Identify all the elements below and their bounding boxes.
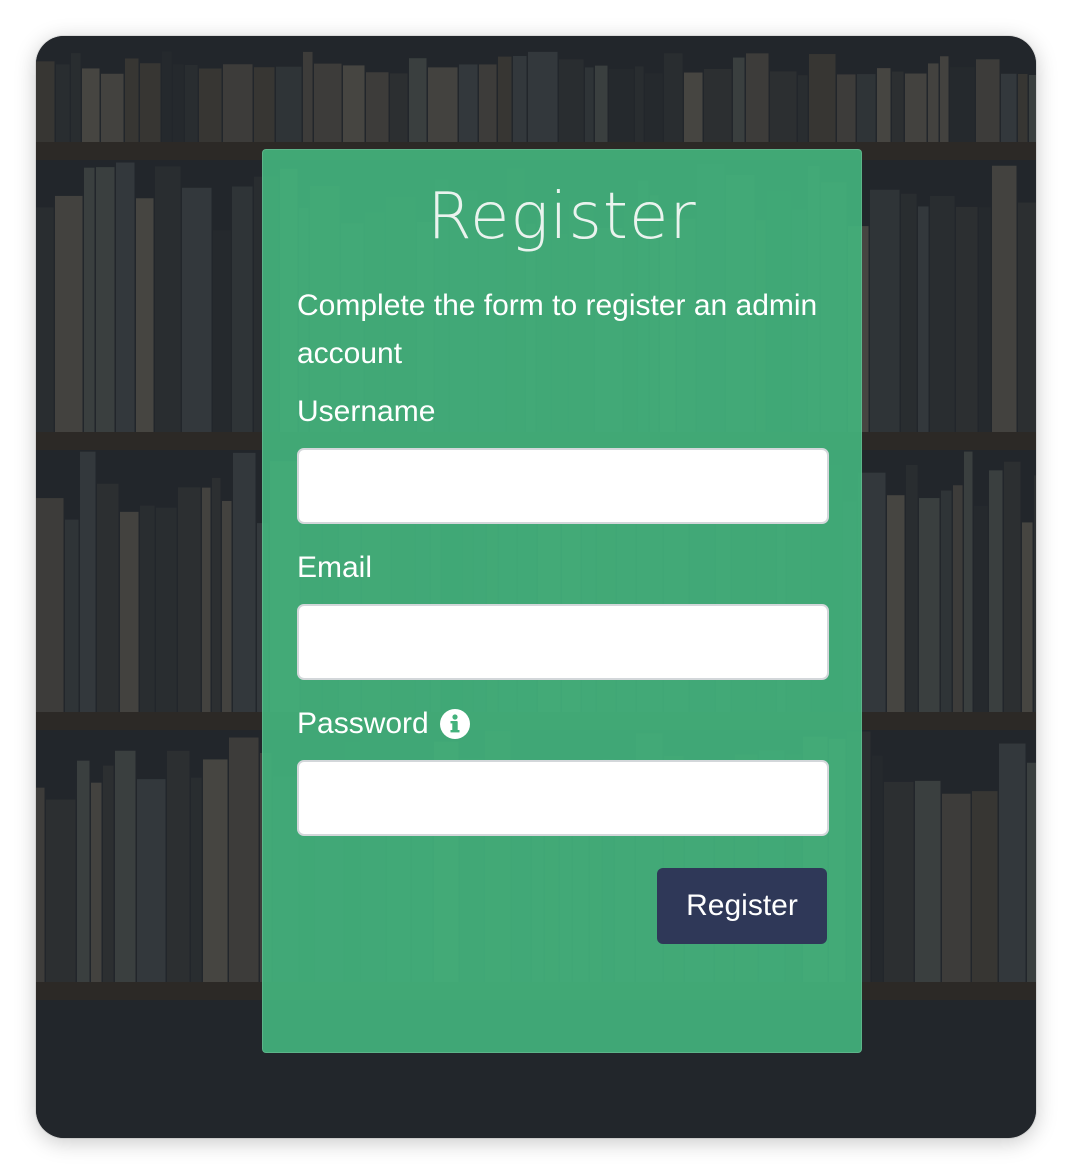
- username-label-text: Username: [297, 395, 436, 428]
- app-window: Register Complete the form to register a…: [36, 36, 1036, 1138]
- register-button[interactable]: Register: [657, 868, 827, 944]
- password-label-text: Password: [297, 707, 429, 740]
- form-description: Complete the form to register an admin a…: [297, 289, 818, 370]
- username-input[interactable]: [297, 448, 829, 524]
- password-label: Password: [297, 704, 827, 744]
- username-label: Username: [297, 392, 827, 432]
- page-title: Register: [427, 180, 697, 254]
- email-label-text: Email: [297, 551, 373, 584]
- email-label: Email: [297, 548, 827, 588]
- info-circle-icon[interactable]: [439, 708, 471, 740]
- register-card: Register Complete the form to register a…: [262, 149, 862, 1053]
- email-input[interactable]: [297, 604, 829, 680]
- form-actions: Register: [297, 868, 827, 944]
- password-input[interactable]: [297, 760, 829, 836]
